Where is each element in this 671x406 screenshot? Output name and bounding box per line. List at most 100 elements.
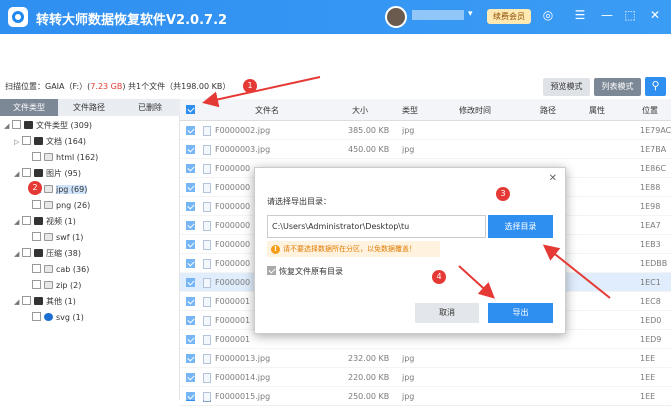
folder-icon [24, 120, 33, 129]
keep-structure-label: 恢复文件原有目录 [279, 267, 343, 276]
checkbox[interactable] [32, 312, 41, 321]
file-icon [44, 152, 53, 161]
col-position[interactable]: 位置 [642, 105, 658, 116]
file-icon [44, 200, 53, 209]
username-redacted [412, 10, 464, 20]
file-count: ) 共1个文件（共198.00 KB） [122, 82, 231, 91]
export-path-input[interactable]: C:\Users\Administrator\Desktop\tu [267, 215, 486, 238]
close-icon[interactable]: ✕ [549, 173, 557, 184]
file-icon [44, 184, 53, 193]
app-title: 转转大师数据恢复软件V2.0.7.2 [36, 13, 228, 28]
col-attr[interactable]: 属性 [589, 105, 605, 116]
headset-icon[interactable]: ◎ [541, 8, 555, 22]
chevron-down-icon[interactable]: ▾ [468, 9, 473, 19]
checkbox[interactable] [22, 136, 31, 145]
expand-icon[interactable]: ◢ [4, 119, 12, 133]
tree-label: swf (1) [56, 233, 84, 242]
left-tabs: 文件类型 文件路径 已删除 [0, 99, 180, 116]
keep-structure-checkbox[interactable] [267, 266, 276, 275]
step-badge-3: 3 [496, 187, 510, 201]
file-type-tree: ◢ 文件类型 (309) ▷ 文档 (164) html (162) ◢ 图片 (95… [0, 116, 180, 400]
step-badge-4: 4 [432, 270, 446, 284]
scan-location: 扫描位置：GAIA（F:）( [5, 82, 91, 91]
tree-node-cab[interactable]: cab (36) [24, 263, 89, 277]
folder-icon [34, 168, 43, 177]
file-icon [44, 232, 53, 241]
checkbox[interactable] [32, 280, 41, 289]
export-dialog: ✕ 请选择导出目录： C:\Users\Administrator\Deskto… [254, 167, 566, 334]
tree-node-video[interactable]: ◢ 视频 (1) [14, 215, 76, 229]
tab-deleted[interactable]: 已删除 [120, 99, 180, 116]
tree-node-docs[interactable]: ▷ 文档 (164) [14, 135, 86, 149]
checkbox[interactable] [22, 216, 31, 225]
col-path[interactable]: 路径 [540, 105, 556, 116]
tree-node-other[interactable]: ◢ 其他 (1) [14, 295, 76, 309]
checkbox[interactable] [22, 168, 31, 177]
tree-node-png[interactable]: png (26) [24, 199, 90, 213]
edge-icon [44, 312, 53, 321]
expand-icon[interactable]: ◢ [14, 167, 22, 181]
title-bar: 转转大师数据恢复软件V2.0.7.2 ▾ 续费会员 ◎ ☰ — ⬚ ✕ [0, 0, 671, 34]
select-all-checkbox[interactable] [186, 105, 195, 114]
cancel-button[interactable]: 取消 [415, 303, 479, 323]
tree-label: 图片 (95) [46, 169, 81, 178]
tree-label: html (162) [56, 153, 99, 162]
close-icon[interactable]: ✕ [648, 8, 662, 22]
tree-node-all[interactable]: ◢ 文件类型 (309) [4, 119, 92, 133]
tab-file-type[interactable]: 文件类型 [0, 99, 58, 116]
tree-label: svg (1) [56, 313, 84, 322]
tree-node-html[interactable]: html (162) [24, 151, 98, 165]
checkbox[interactable] [32, 152, 41, 161]
col-name[interactable]: 文件名 [255, 105, 279, 116]
checkbox[interactable] [12, 120, 21, 129]
file-icon [44, 280, 53, 289]
checkbox[interactable] [32, 264, 41, 273]
avatar[interactable] [385, 6, 407, 28]
checkbox[interactable] [22, 248, 31, 257]
expand-icon[interactable]: ◢ [14, 295, 22, 309]
expand-icon[interactable]: ▷ [14, 135, 22, 149]
checkbox[interactable] [32, 232, 41, 241]
export-button[interactable]: 导出 [488, 303, 553, 323]
tree-node-images[interactable]: ◢ 图片 (95) [14, 167, 81, 181]
col-type[interactable]: 类型 [402, 105, 418, 116]
tree-label: 文档 (164) [46, 137, 87, 146]
col-modified[interactable]: 修改时间 [459, 105, 491, 116]
expand-icon[interactable]: ◢ [14, 247, 22, 261]
tree-node-zip[interactable]: zip (2) [24, 279, 81, 293]
app-logo-icon [8, 7, 28, 27]
folder-icon [34, 248, 43, 257]
keep-structure-option[interactable]: 恢复文件原有目录 [267, 266, 343, 277]
warning-icon: ! [271, 245, 280, 254]
tree-label: 压缩 (38) [46, 249, 81, 258]
tree-node-archives[interactable]: ◢ 压缩 (38) [14, 247, 81, 261]
tree-node-swf[interactable]: swf (1) [24, 231, 83, 245]
folder-icon [34, 136, 43, 145]
scan-size: 7.23 GB [90, 82, 123, 91]
warning-text: 请不要选择数据所在分区，以免数据覆盖！ [283, 245, 416, 253]
folder-icon [34, 216, 43, 225]
folder-icon [34, 296, 43, 305]
checkbox[interactable] [22, 296, 31, 305]
tree-node-svg[interactable]: svg (1) [24, 311, 84, 325]
choose-directory-button[interactable]: 选择目录 [488, 215, 553, 238]
scan-info: 扫描位置：GAIA（F:）(7.23 GB) 共1个文件（共198.00 KB） [5, 81, 230, 92]
menu-icon[interactable]: ☰ [573, 8, 587, 22]
warning-banner: ! 请不要选择数据所在分区，以免数据覆盖！ [267, 241, 440, 257]
tree-label: jpg (69) [56, 185, 88, 194]
checkbox[interactable] [32, 200, 41, 209]
tab-file-path[interactable]: 文件路径 [58, 99, 120, 116]
list-mode-button[interactable]: 列表模式 [594, 78, 641, 96]
tree-label: 文件类型 (309) [36, 121, 93, 130]
minimize-icon[interactable]: — [600, 8, 614, 22]
tree-label: 其他 (1) [46, 297, 76, 306]
search-icon[interactable]: ⚲ [645, 77, 666, 96]
renew-vip-button[interactable]: 续费会员 [487, 9, 531, 24]
maximize-icon[interactable]: ⬚ [623, 8, 637, 22]
preview-mode-button[interactable]: 预览模式 [543, 78, 590, 96]
expand-icon[interactable]: ◢ [14, 215, 22, 229]
step-badge-2: 2 [28, 181, 42, 195]
tree-label: cab (36) [56, 265, 90, 274]
file-icon [44, 264, 53, 273]
col-size[interactable]: 大小 [352, 105, 368, 116]
